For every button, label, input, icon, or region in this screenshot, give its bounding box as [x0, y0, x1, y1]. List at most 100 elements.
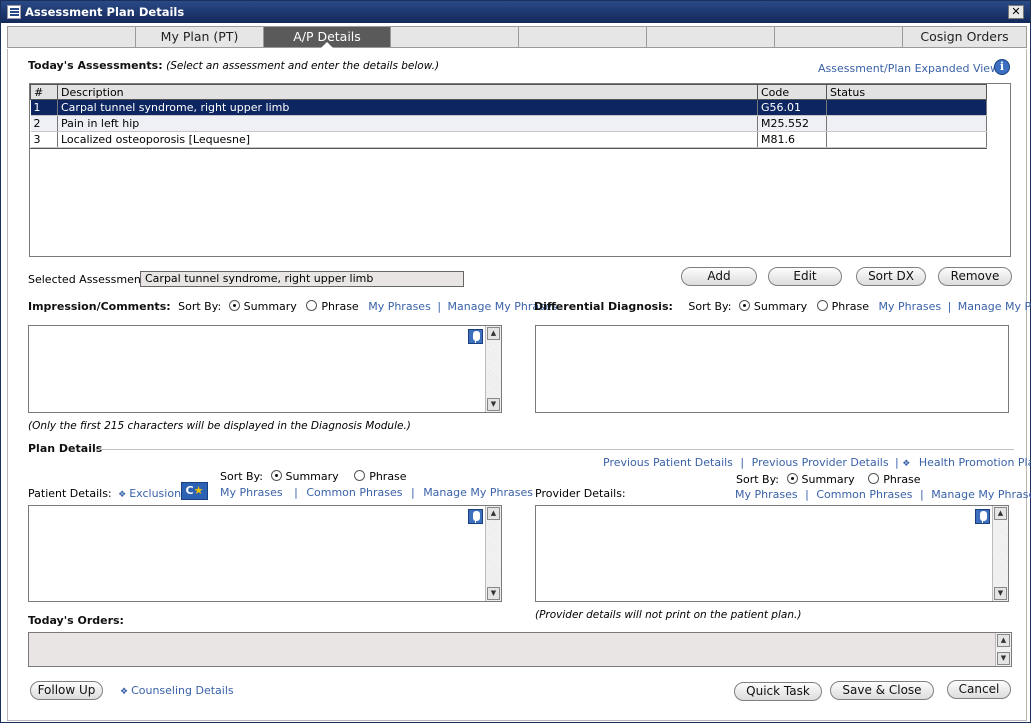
- phrase-radio-option[interactable]: Phrase: [306, 300, 359, 313]
- impression-textarea[interactable]: ▲ ▼: [28, 325, 502, 413]
- diamond-icon: ❖: [118, 490, 127, 500]
- tab-blank-4[interactable]: [647, 27, 775, 47]
- scroll-up-icon[interactable]: ▲: [487, 507, 500, 520]
- link-separator: |: [919, 488, 924, 501]
- provider-details-note: (Provider details will not print on the …: [535, 609, 802, 621]
- cell-desc: Localized osteoporosis [Lequesne]: [57, 131, 758, 148]
- provider-phrase-links: My Phrases | Common Phrases | Manage My …: [735, 488, 1031, 501]
- differential-textarea[interactable]: [535, 325, 1009, 413]
- radio-selected-icon: [270, 470, 282, 481]
- impression-note: (Only the first 215 characters will be d…: [28, 420, 411, 432]
- tab-my-plan[interactable]: My Plan (PT): [136, 27, 264, 47]
- cell-code: M81.6: [757, 131, 827, 148]
- tab-blank-2[interactable]: [391, 27, 519, 47]
- close-button[interactable]: ✕: [1008, 5, 1024, 19]
- window-title: Assessment Plan Details: [25, 5, 185, 19]
- summary-radio-option[interactable]: Summary: [270, 470, 339, 483]
- impression-label: Impression/Comments:: [28, 300, 171, 313]
- exclusion-badge-icon[interactable]: C★: [181, 482, 208, 500]
- scroll-up-icon[interactable]: ▲: [994, 507, 1007, 520]
- health-promotion-plan-link[interactable]: Health Promotion Plan: [919, 456, 1031, 469]
- scroll-down-icon[interactable]: ▼: [994, 587, 1007, 600]
- scrollbar[interactable]: ▲ ▼: [485, 506, 501, 601]
- table-row[interactable]: 3 Localized osteoporosis [Lequesne] M81.…: [30, 131, 987, 148]
- scroll-down-icon[interactable]: ▼: [997, 652, 1010, 665]
- counseling-details-link[interactable]: Counseling Details: [131, 684, 234, 697]
- selected-assessment-field: Carpal tunnel syndrome, right upper limb: [140, 271, 464, 287]
- my-phrases-link[interactable]: My Phrases: [735, 488, 798, 501]
- common-phrases-link[interactable]: Common Phrases: [306, 486, 402, 499]
- link-separator: |: [437, 300, 442, 313]
- info-icon[interactable]: i: [994, 59, 1010, 75]
- scroll-up-icon[interactable]: ▲: [997, 634, 1010, 647]
- edit-button[interactable]: Edit: [768, 267, 842, 286]
- col-description[interactable]: Description: [57, 84, 758, 100]
- link-separator: |: [294, 486, 298, 499]
- patient-details-textarea[interactable]: ▲ ▼: [28, 505, 502, 602]
- remove-button[interactable]: Remove: [938, 267, 1012, 286]
- save-close-button[interactable]: Save & Close: [830, 681, 934, 700]
- summary-radio-option[interactable]: Summary: [738, 300, 807, 313]
- tab-cosign-orders[interactable]: Cosign Orders: [903, 27, 1026, 47]
- link-separator: |: [895, 456, 899, 469]
- sort-dx-button[interactable]: Sort DX: [856, 267, 926, 286]
- previous-patient-details-link[interactable]: Previous Patient Details: [603, 456, 733, 469]
- phrase-radio-option[interactable]: Phrase: [354, 470, 407, 483]
- title-bar: Assessment Plan Details ✕: [1, 1, 1030, 23]
- patient-details-header: Patient Details: ❖ Exclusions: [28, 487, 187, 500]
- tab-blank-1[interactable]: [8, 27, 136, 47]
- provider-details-textarea[interactable]: ▲ ▼: [535, 505, 1009, 602]
- my-phrases-link[interactable]: My Phrases: [220, 486, 283, 499]
- scrollbar[interactable]: ▲ ▼: [485, 326, 501, 412]
- cell-code: G56.01: [757, 99, 827, 116]
- manage-my-phrases-link[interactable]: Manage My Phrases: [423, 486, 533, 499]
- microphone-icon[interactable]: [468, 329, 483, 344]
- my-phrases-link[interactable]: My Phrases: [368, 300, 431, 313]
- divider: [95, 449, 1014, 450]
- tab-blank-3[interactable]: [519, 27, 647, 47]
- microphone-icon[interactable]: [975, 509, 990, 524]
- manage-my-phrases-link[interactable]: Manage My Phrases: [931, 488, 1031, 501]
- summary-radio-option[interactable]: Summary: [786, 473, 855, 486]
- scroll-up-icon[interactable]: ▲: [487, 327, 500, 340]
- quick-task-button[interactable]: Quick Task: [734, 682, 822, 701]
- expanded-view-link[interactable]: Assessment/Plan Expanded View: [818, 62, 999, 75]
- col-code[interactable]: Code: [757, 84, 827, 100]
- scrollbar[interactable]: ▲ ▼: [992, 506, 1008, 601]
- radio-icon: [354, 470, 366, 481]
- todays-orders-box[interactable]: ▲ ▼: [28, 632, 1012, 667]
- summary-radio-option[interactable]: Summary: [228, 300, 297, 313]
- follow-up-button[interactable]: Follow Up: [30, 681, 103, 700]
- my-phrases-link[interactable]: My Phrases: [878, 300, 941, 313]
- exclusions-link[interactable]: Exclusions: [129, 487, 187, 500]
- assessments-hint: (Select an assessment and enter the deta…: [166, 60, 440, 72]
- assessments-header: Today's Assessments: (Select an assessme…: [28, 59, 439, 72]
- table-row[interactable]: 1 Carpal tunnel syndrome, right upper li…: [30, 99, 987, 116]
- scroll-down-icon[interactable]: ▼: [487, 398, 500, 411]
- differential-header: Differential Diagnosis: Sort By: Summary…: [534, 300, 1031, 313]
- col-status[interactable]: Status: [826, 84, 987, 100]
- phrase-radio-option[interactable]: Phrase: [868, 473, 921, 486]
- table-row[interactable]: 2 Pain in left hip M25.552: [30, 115, 987, 132]
- add-button[interactable]: Add: [681, 267, 757, 286]
- provider-sort-by: Sort By: Summary Phrase: [736, 473, 921, 486]
- link-separator: |: [947, 300, 952, 313]
- previous-provider-details-link[interactable]: Previous Provider Details: [752, 456, 889, 469]
- scroll-down-icon[interactable]: ▼: [487, 587, 500, 600]
- tab-ap-details[interactable]: A/P Details: [264, 27, 391, 48]
- selected-assessment-label: Selected Assessment:: [28, 273, 149, 286]
- patient-details-label: Patient Details:: [28, 487, 112, 500]
- radio-icon: [868, 473, 880, 484]
- common-phrases-link[interactable]: Common Phrases: [816, 488, 912, 501]
- cell-desc: Carpal tunnel syndrome, right upper limb: [57, 99, 758, 116]
- phrase-radio-option[interactable]: Phrase: [816, 300, 869, 313]
- cancel-button[interactable]: Cancel: [947, 680, 1011, 699]
- scrollbar[interactable]: ▲ ▼: [995, 633, 1011, 666]
- tab-blank-5[interactable]: [775, 27, 903, 47]
- col-num[interactable]: #: [30, 84, 58, 100]
- assessments-title: Today's Assessments:: [28, 59, 163, 72]
- manage-my-phrases-link[interactable]: Manage My Phrases: [958, 300, 1031, 313]
- microphone-icon[interactable]: [468, 509, 483, 524]
- cell-status: [826, 131, 987, 148]
- radio-icon: [816, 300, 828, 311]
